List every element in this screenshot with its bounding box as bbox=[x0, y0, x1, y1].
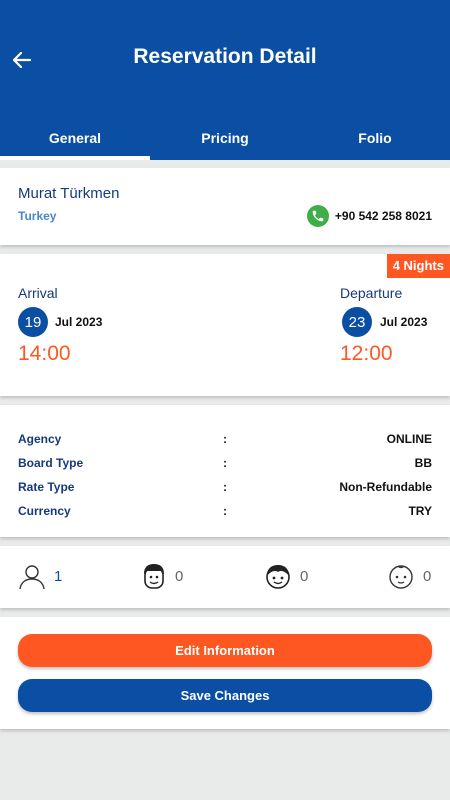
teens-count: 0 bbox=[175, 567, 184, 585]
detail-value: Non-Refundable bbox=[339, 480, 432, 494]
occupancy-children: 0 bbox=[264, 562, 308, 590]
detail-value: TRY bbox=[408, 504, 432, 518]
detail-row-agency: Agency : ONLINE bbox=[18, 432, 432, 452]
child-face-icon bbox=[266, 565, 290, 589]
detail-row-currency: Currency : TRY bbox=[18, 504, 432, 524]
occupancy-teens: 0 bbox=[141, 562, 183, 590]
detail-colon: : bbox=[223, 456, 227, 470]
detail-row-rate-type: Rate Type : Non-Refundable bbox=[18, 480, 432, 500]
tab-pricing[interactable]: Pricing bbox=[150, 118, 300, 160]
occupancy-babies: 0 bbox=[387, 562, 431, 590]
detail-label: Currency bbox=[18, 504, 71, 518]
departure-time: 12:00 bbox=[340, 342, 393, 365]
save-changes-button[interactable]: Save Changes bbox=[18, 679, 432, 712]
guest-country: Turkey bbox=[18, 209, 57, 223]
detail-colon: : bbox=[223, 432, 227, 446]
active-tab-indicator bbox=[0, 156, 150, 160]
departure-day: 23 bbox=[342, 307, 372, 337]
stay-card: 4 Nights Arrival 19 Jul 2023 14:00 Depar… bbox=[0, 254, 450, 396]
departure-month-year: Jul 2023 bbox=[380, 315, 428, 329]
detail-value: ONLINE bbox=[386, 432, 432, 446]
page-title: Reservation Detail bbox=[133, 45, 317, 68]
arrival-month-year: Jul 2023 bbox=[55, 315, 103, 329]
baby-face-icon bbox=[389, 565, 413, 589]
tab-general[interactable]: General bbox=[0, 118, 150, 160]
nights-badge: 4 Nights bbox=[386, 254, 450, 278]
detail-value: BB bbox=[414, 456, 432, 470]
detail-label: Rate Type bbox=[18, 480, 75, 494]
app-header: Reservation Detail General Pricing Folio bbox=[0, 0, 450, 160]
detail-label: Agency bbox=[18, 432, 62, 446]
phone-link[interactable]: +90 542 258 8021 bbox=[306, 205, 432, 227]
children-count: 0 bbox=[300, 567, 309, 585]
detail-colon: : bbox=[223, 480, 227, 494]
detail-colon: : bbox=[223, 504, 227, 518]
adult-person-icon bbox=[19, 565, 45, 590]
detail-row-board-type: Board Type : BB bbox=[18, 456, 432, 476]
arrival-day: 19 bbox=[18, 307, 48, 337]
actions-card: Edit Information Save Changes bbox=[0, 617, 450, 729]
occupancy-adults: 1 bbox=[18, 562, 62, 590]
phone-icon bbox=[306, 205, 329, 227]
tab-bar: General Pricing Folio bbox=[0, 118, 450, 160]
departure-label: Departure bbox=[340, 285, 403, 301]
guest-card: Murat Türkmen Turkey +90 542 258 8021 bbox=[0, 168, 450, 245]
tab-folio[interactable]: Folio bbox=[300, 118, 450, 160]
edit-information-button[interactable]: Edit Information bbox=[18, 634, 432, 667]
details-card: Agency : ONLINE Board Type : BB Rate Typ… bbox=[0, 405, 450, 537]
phone-number: +90 542 258 8021 bbox=[334, 209, 432, 223]
adults-count: 1 bbox=[54, 567, 63, 585]
guest-name: Murat Türkmen bbox=[18, 185, 120, 202]
detail-label: Board Type bbox=[18, 456, 84, 470]
babies-count: 0 bbox=[423, 567, 432, 585]
arrival-time: 14:00 bbox=[18, 342, 71, 365]
arrival-label: Arrival bbox=[18, 285, 58, 301]
teen-face-icon bbox=[144, 564, 164, 589]
occupancy-card: 1 0 0 0 bbox=[0, 546, 450, 608]
